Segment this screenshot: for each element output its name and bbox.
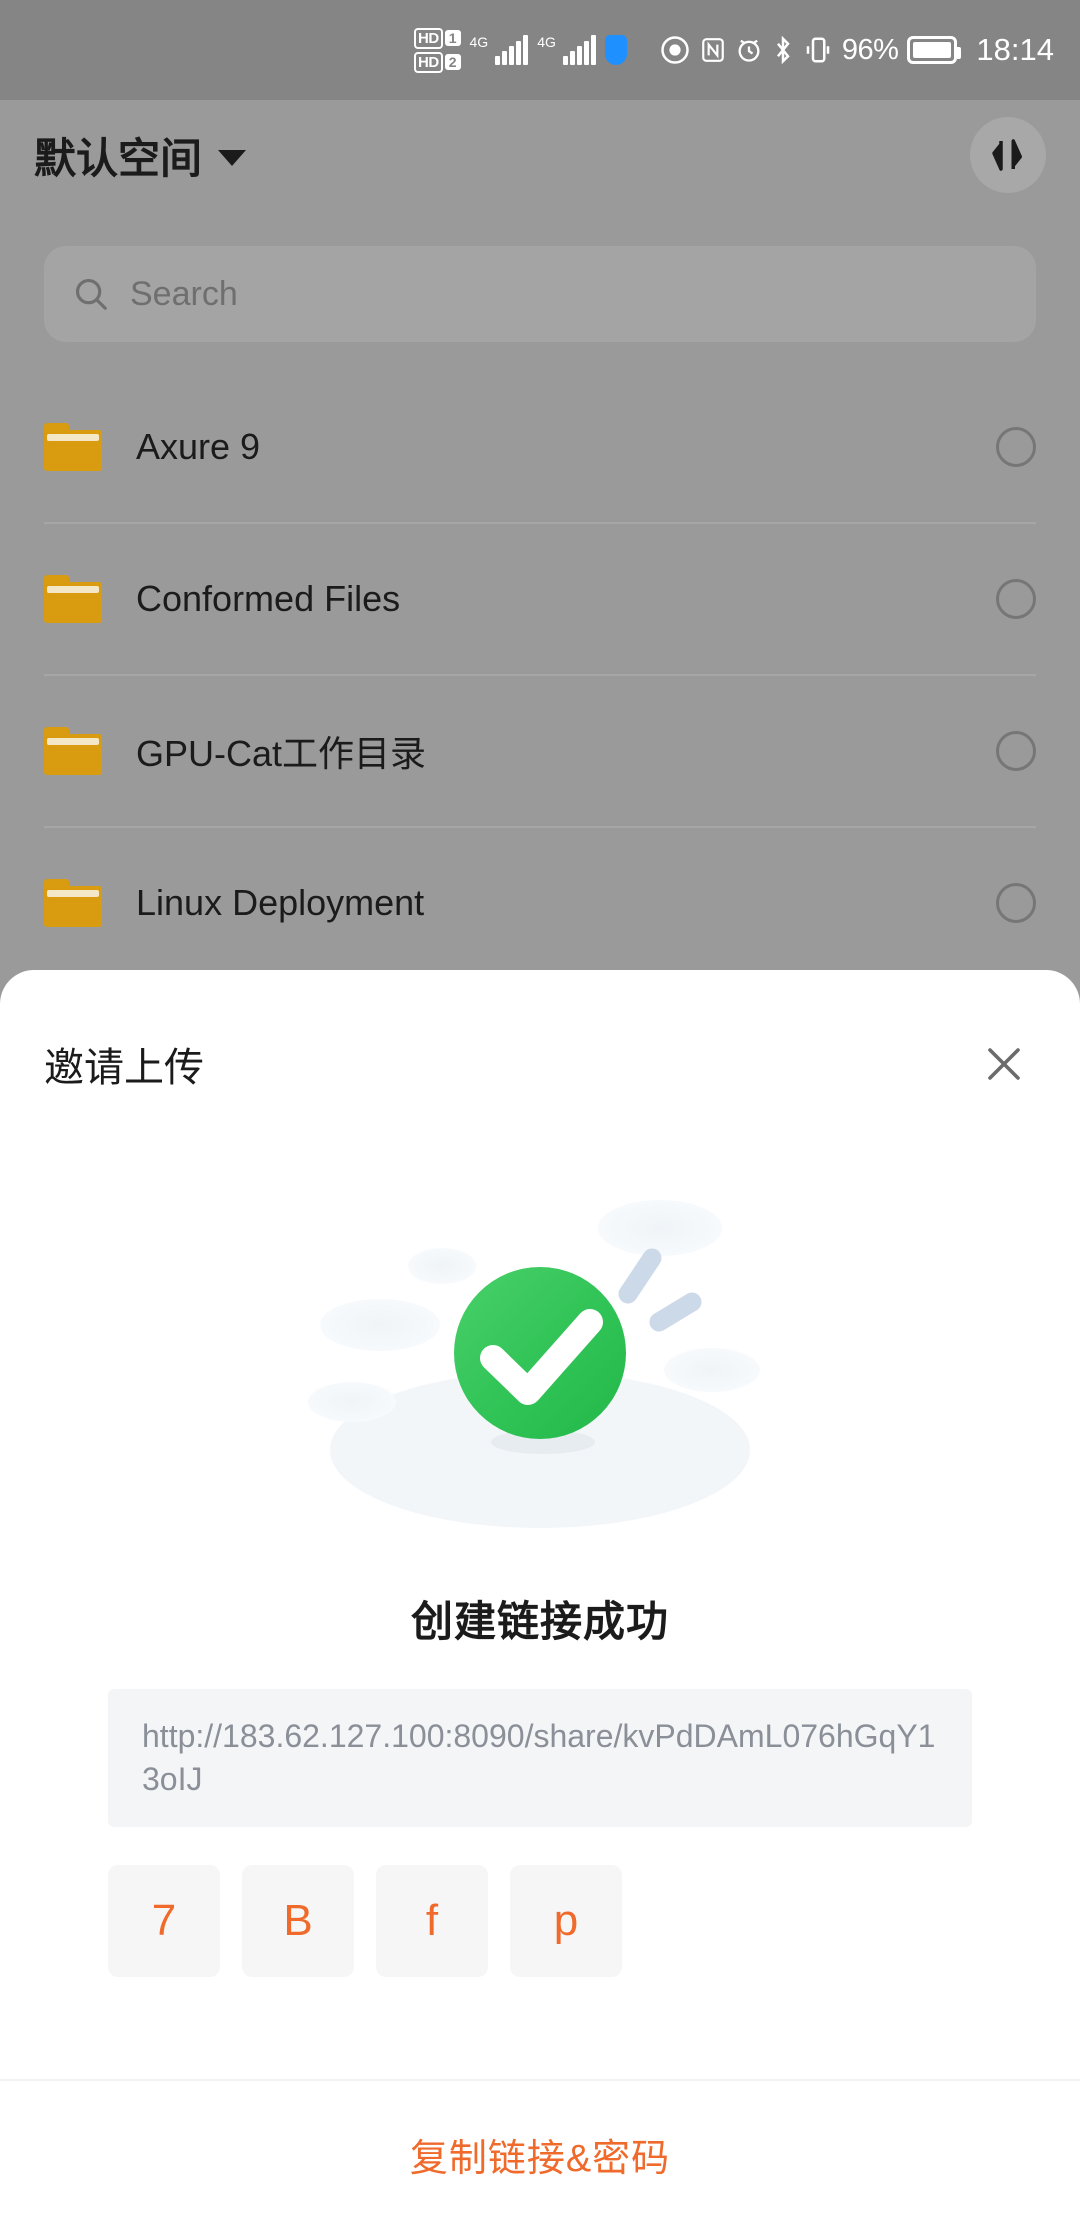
shield-icon (604, 35, 627, 65)
hd-sim-icon: HD 1 HD 2 (414, 27, 461, 73)
space-selector[interactable]: 默认空间 (34, 125, 247, 186)
search-input[interactable]: Search (44, 246, 1036, 342)
search-icon (75, 278, 107, 310)
folder-icon (44, 879, 102, 927)
status-bar-clock: 18:14 (976, 32, 1054, 67)
battery-icon (907, 36, 962, 64)
sort-button[interactable] (970, 117, 1046, 193)
folder-icon (44, 727, 102, 775)
alarm-icon (738, 39, 760, 62)
list-item[interactable]: Axure 9 (44, 372, 1036, 524)
list-item-label: GPU-Cat工作目录 (136, 733, 427, 774)
sim-number-2: 2 (444, 54, 461, 70)
select-radio[interactable] (996, 883, 1036, 923)
folder-icon (44, 575, 102, 623)
share-url-box[interactable]: http://183.62.127.100:8090/share/kvPdDAm… (108, 1689, 972, 1828)
sheet-title: 邀请上传 (44, 1046, 204, 1090)
share-url-text: http://183.62.127.100:8090/share/kvPdDAm… (142, 1718, 936, 1798)
sheet-header: 邀请上传 (0, 970, 1080, 1158)
signal-bars-icon-2: 4G (537, 35, 596, 65)
network-type-1: 4G (469, 34, 489, 50)
search-placeholder: Search (130, 274, 238, 313)
sim-number-1: 1 (444, 30, 461, 46)
select-radio[interactable] (996, 579, 1036, 619)
select-radio[interactable] (996, 731, 1036, 771)
password-char: B (242, 1865, 354, 1978)
password-char: 7 (108, 1865, 220, 1978)
password-char: f (376, 1865, 488, 1978)
folder-icon (44, 423, 102, 471)
nfc-icon (702, 38, 724, 62)
list-item-label: Axure 9 (136, 426, 261, 467)
copy-link-password-button[interactable]: 复制链接&密码 (410, 2127, 670, 2182)
success-message: 创建链接成功 (410, 1598, 669, 1645)
bluetooth-icon (776, 35, 790, 65)
list-item-label: Linux Deployment (136, 882, 425, 923)
hd-label-2: HD (414, 51, 443, 73)
select-radio[interactable] (996, 427, 1036, 467)
file-list: Axure 9 Conformed Files GPU-Cat工作目录 Linu… (0, 372, 1080, 980)
sheet-body: 创建链接成功 http://183.62.127.100:8090/share/… (0, 1158, 1080, 2079)
password-display: 7 B f p (108, 1865, 972, 1978)
invite-upload-sheet: 邀请上传 创建链接成功 http://183.62.127.100:8090/s… (0, 970, 1080, 2227)
close-button[interactable] (972, 1032, 1036, 1096)
password-char: p (510, 1865, 622, 1978)
list-item[interactable]: Conformed Files (44, 524, 1036, 676)
status-bar: HD 1 HD 2 4G 4G 96% 18:14 (0, 0, 1080, 100)
list-item[interactable]: Linux Deployment (44, 828, 1036, 980)
signal-bars-icon: 4G (470, 35, 529, 65)
eye-icon (661, 36, 689, 64)
list-item[interactable]: GPU-Cat工作目录 (44, 676, 1036, 828)
search-bar[interactable]: Search (44, 246, 1036, 342)
network-type-2: 4G (537, 34, 556, 50)
battery-percent: 96% (841, 33, 899, 66)
phone-screen: HD 1 HD 2 4G 4G 96% 18:14 默认空间 Search Ax… (0, 0, 1080, 2227)
space-name-label: 默认空间 (34, 134, 203, 182)
app-header: 默认空间 (0, 100, 1080, 210)
list-item-label: Conformed Files (136, 578, 401, 619)
vibrate-icon (806, 37, 830, 63)
success-check-icon (260, 1170, 820, 1570)
hd-label-1: HD (414, 27, 443, 49)
sheet-footer: 复制链接&密码 (0, 2079, 1080, 2227)
sort-arrows-icon (992, 139, 1022, 171)
close-icon (988, 1048, 1020, 1080)
chevron-down-icon (218, 150, 247, 166)
